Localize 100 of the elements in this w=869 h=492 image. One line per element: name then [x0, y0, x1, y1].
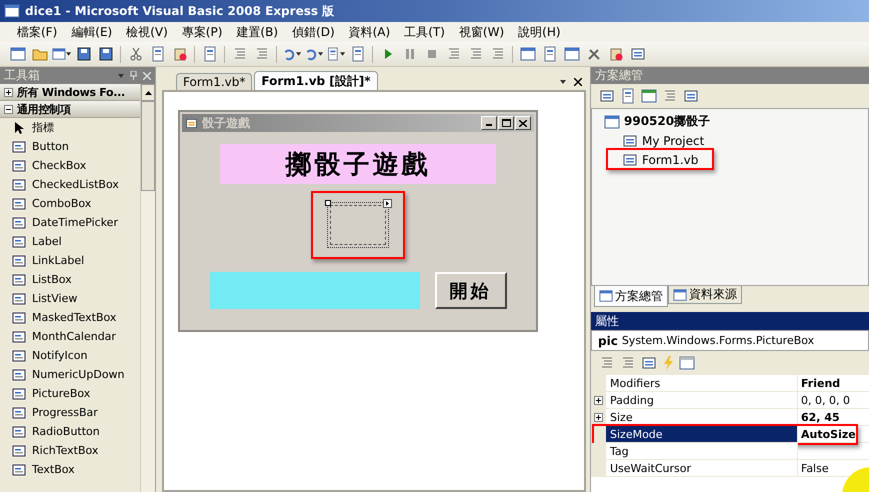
control-icon	[12, 368, 26, 382]
toolbox-item[interactable]: Label	[0, 232, 140, 251]
control-icon	[12, 178, 26, 192]
menu-item[interactable]: 工具(T)	[397, 24, 452, 40]
control-icon	[12, 140, 26, 154]
toolbox-item[interactable]: 指標	[0, 118, 140, 137]
control-icon	[12, 330, 26, 344]
panel-title: 方案總管	[595, 67, 643, 84]
toolbox-item[interactable]: PictureBox	[0, 384, 140, 403]
minimize-button[interactable]	[481, 116, 497, 130]
document-tab[interactable]: Form1.vb [設計]*	[254, 71, 378, 90]
form-icon	[185, 116, 198, 130]
window-title: dice1 - Microsoft Visual Basic 2008 Express 版	[25, 2, 334, 20]
menu-item[interactable]: 檢視(V)	[119, 24, 175, 40]
heading-label: 擲骰子遊戲	[220, 144, 496, 184]
toolbox-item[interactable]: RadioButton	[0, 422, 140, 441]
control-icon	[12, 444, 26, 458]
smart-tag-icon[interactable]	[383, 199, 392, 208]
property-value[interactable]: Friend	[798, 375, 844, 391]
tree-item[interactable]: 990520擲骰子	[624, 113, 710, 130]
property-name[interactable]: SizeMode	[606, 426, 798, 442]
selection-handle[interactable]	[325, 200, 331, 206]
menu-item[interactable]: 編輯(E)	[64, 24, 120, 40]
property-value[interactable]: AutoSize	[798, 426, 859, 442]
save-icon[interactable]	[76, 46, 92, 62]
window-icon	[673, 288, 687, 302]
toolbox-item[interactable]: DateTimePicker	[0, 213, 140, 232]
scroll-up-icon[interactable]	[144, 90, 152, 94]
control-icon	[12, 462, 26, 476]
toolbox-item[interactable]: RichTextBox	[0, 441, 140, 460]
property-value[interactable]: 0, 0, 0, 0	[798, 392, 853, 408]
maximize-icon[interactable]	[502, 119, 510, 127]
picture-box[interactable]	[327, 202, 389, 248]
save-all-icon[interactable]	[98, 46, 114, 62]
panel-title: 工具箱	[4, 67, 40, 84]
pointer-icon	[12, 120, 26, 134]
menu-item[interactable]: 建置(B)	[229, 24, 286, 40]
control-icon	[12, 348, 26, 362]
toolbox-item[interactable]: CheckedListBox	[0, 175, 140, 194]
toolbox-item[interactable]: NotifyIcon	[0, 346, 140, 365]
toolbox-item[interactable]: ListView	[0, 289, 140, 308]
toolbox-group[interactable]: 通用控制項	[0, 101, 140, 118]
cursor-highlight	[841, 466, 869, 492]
collapse-icon[interactable]	[4, 104, 13, 114]
control-icon	[12, 424, 26, 438]
menu-item[interactable]: 檔案(F)	[10, 24, 64, 40]
menu-item[interactable]: 專案(P)	[174, 24, 230, 40]
menu-item[interactable]: 視窗(W)	[452, 24, 512, 40]
panel-title: 屬性	[595, 312, 619, 330]
control-icon	[12, 310, 26, 324]
dropdown-arrow-icon[interactable]	[66, 52, 71, 56]
expand-icon[interactable]	[594, 412, 603, 422]
tree-item[interactable]: Form1.vb	[642, 152, 698, 166]
maximize-button[interactable]	[498, 116, 514, 130]
menu-item[interactable]: 偵錯(D)	[285, 24, 342, 40]
control-icon	[12, 216, 26, 230]
property-value[interactable]: 62, 45	[798, 409, 843, 425]
dropdown-arrow-icon[interactable]	[296, 52, 301, 56]
property-name[interactable]: Tag	[606, 443, 798, 459]
cut-icon[interactable]	[128, 46, 144, 62]
close-button[interactable]	[515, 116, 531, 130]
property-value[interactable]: False	[798, 460, 832, 476]
dropdown-arrow-icon[interactable]	[318, 52, 323, 56]
close-icon[interactable]	[519, 120, 527, 126]
file-icon	[622, 152, 638, 168]
toolbox-item[interactable]: LinkLabel	[0, 251, 140, 270]
toolbox-item[interactable]: TextBox	[0, 460, 140, 479]
object-type: System.Windows.Forms.PictureBox	[622, 334, 814, 347]
toolbox-item[interactable]: ProgressBar	[0, 403, 140, 422]
toolbox-group[interactable]: 所有 Windows Fo...	[0, 84, 140, 101]
form-title: 骰子遊戲	[202, 114, 250, 132]
window-icon	[599, 289, 613, 303]
document-tab[interactable]: Form1.vb*	[176, 73, 252, 90]
toolbox-item[interactable]: MonthCalendar	[0, 327, 140, 346]
scroll-thumb[interactable]	[141, 101, 155, 191]
tree-item[interactable]: My Project	[642, 134, 704, 148]
toolbox-item[interactable]: Button	[0, 137, 140, 156]
control-icon	[12, 406, 26, 420]
start-button[interactable]: 開始	[434, 272, 506, 309]
control-icon	[12, 292, 26, 306]
dropdown-arrow-icon[interactable]	[560, 80, 566, 84]
toolbox-item[interactable]: ComboBox	[0, 194, 140, 213]
control-icon	[12, 272, 26, 286]
toolbox-item[interactable]: CheckBox	[0, 156, 140, 175]
scrollbar[interactable]	[140, 84, 155, 492]
expand-icon[interactable]	[594, 396, 603, 404]
pin-icon[interactable]	[130, 71, 137, 80]
menu-item[interactable]: 說明(H)	[511, 24, 568, 40]
toolbox-item[interactable]: ListBox	[0, 270, 140, 289]
dropdown-arrow-icon[interactable]	[340, 52, 345, 56]
project-icon	[604, 114, 620, 130]
close-icon[interactable]	[574, 78, 582, 86]
toolbox-item[interactable]: MaskedTextBox	[0, 308, 140, 327]
expand-icon[interactable]	[4, 88, 13, 96]
panel-tab[interactable]: 方案總管	[594, 286, 668, 307]
control-icon	[12, 254, 26, 268]
menu-item[interactable]: 資料(A)	[342, 24, 398, 40]
toolbox-item[interactable]: NumericUpDown	[0, 365, 140, 384]
control-icon	[12, 196, 26, 210]
panel-tab[interactable]: 資料來源	[668, 286, 742, 304]
